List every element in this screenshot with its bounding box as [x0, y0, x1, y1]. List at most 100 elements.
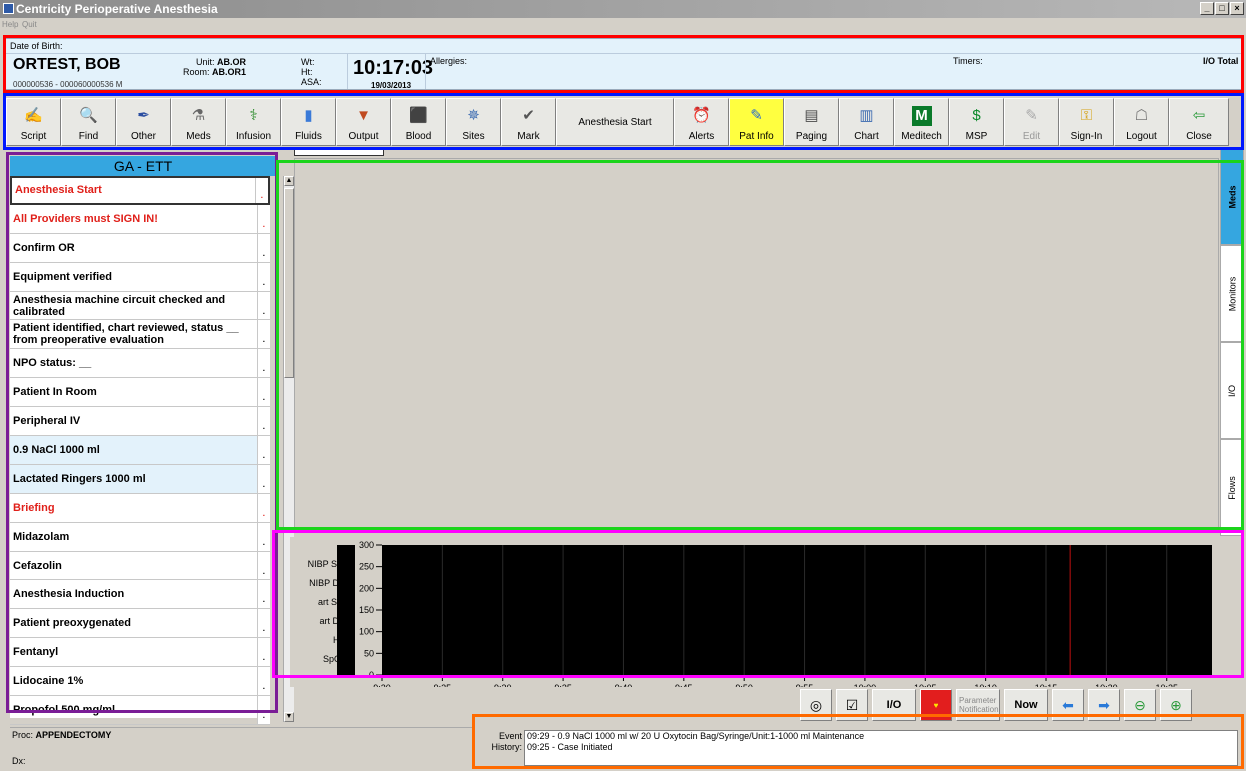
expand-handle-icon[interactable]: . [263, 421, 265, 433]
checklist-item[interactable]: Patient In Room. [10, 378, 270, 408]
parameter-notification-button[interactable]: Parameter Notification [956, 689, 1000, 721]
toolbar-other-button[interactable]: ✒ Other [116, 98, 171, 146]
toolbar-paging-button[interactable]: ▤ Paging [784, 98, 839, 146]
io-total-icon: I/O [886, 699, 902, 711]
tab-flows[interactable]: Flows [1220, 439, 1244, 536]
expand-handle-icon[interactable]: . [263, 306, 265, 318]
y-tick-label: 200 [359, 583, 374, 593]
checklist-item[interactable]: All Providers must SIGN IN!. [10, 204, 270, 234]
expand-handle-icon[interactable]: . [263, 594, 265, 606]
checklist-item[interactable]: NPO status: __. [10, 349, 270, 379]
checklist-item[interactable]: Lidocaine 1%. [10, 667, 270, 697]
expand-handle-icon[interactable]: . [263, 219, 265, 231]
checklist-item[interactable]: Cefazolin. [10, 551, 270, 581]
expand-handle-icon[interactable]: . [263, 652, 265, 664]
toolbar-blood-button[interactable]: ⬛ Blood [391, 98, 446, 146]
scroll-thumb[interactable] [284, 188, 294, 378]
toolbar-script-button[interactable]: ✍ Script [6, 98, 61, 146]
expand-handle-icon[interactable]: . [263, 566, 265, 578]
expand-handle-icon[interactable]: . [263, 681, 265, 693]
expand-handle-icon[interactable]: . [263, 537, 265, 549]
toolbar-label: Close [1186, 131, 1212, 142]
meditech-icon: M [911, 106, 932, 126]
io-total-button[interactable]: I/O [872, 689, 916, 721]
minimize-button[interactable]: _ [1200, 2, 1214, 15]
toolbar-label: MSP [965, 131, 988, 142]
expand-handle-icon[interactable]: . [263, 450, 265, 462]
checklist-item[interactable]: Lactated Ringers 1000 ml. [10, 464, 270, 494]
checklist-item[interactable]: 0.9 NaCl 1000 ml. [10, 436, 270, 465]
checklist-item[interactable]: Peripheral IV. [10, 407, 270, 437]
zoom-out-button[interactable]: ⊖ [1124, 689, 1156, 721]
toolbar-pat-info-button[interactable]: ✎ Pat Info [729, 98, 784, 146]
checklist-item[interactable]: Equipment verified. [10, 262, 270, 292]
options-button[interactable]: ☑ [836, 689, 868, 721]
toolbar-anesthesia-start-button[interactable]: Anesthesia Start [556, 98, 674, 146]
scroll-down-icon[interactable]: ▼ [284, 712, 294, 722]
config-button[interactable]: ◎ [800, 689, 832, 721]
checklist-item[interactable]: Propofol 500 mg/ml. [10, 696, 270, 725]
expand-handle-icon[interactable]: . [263, 363, 265, 375]
toolbar-label: Meditech [901, 131, 942, 142]
zoom-in-button[interactable]: ⊕ [1160, 689, 1192, 721]
close-window-button[interactable]: × [1230, 2, 1244, 15]
event-list[interactable]: 09:29 - 0.9 NaCl 1000 ml w/ 20 U Oxytoci… [524, 730, 1238, 766]
scroll-up-icon[interactable]: ▲ [284, 176, 294, 186]
toolbar-meds-button[interactable]: ⚗ Meds [171, 98, 226, 146]
checklist: Anesthesia Start. All Providers must SIGN… [10, 176, 270, 725]
expand-handle-icon[interactable]: . [263, 710, 265, 722]
expand-handle-icon[interactable]: . [261, 190, 263, 202]
current-date: 19/03/2013 [371, 81, 412, 90]
expand-handle-icon[interactable]: . [263, 248, 265, 260]
checklist-item[interactable]: Patient preoxygenated. [10, 609, 270, 639]
main-record-area[interactable] [294, 158, 1219, 528]
expand-handle-icon[interactable]: . [263, 623, 265, 635]
x-tick-label: 10:20 [1095, 683, 1118, 687]
toolbar-alerts-button[interactable]: ⏰ Alerts [674, 98, 729, 146]
toolbar-sites-button[interactable]: ✵ Sites [446, 98, 501, 146]
checklist-item[interactable]: Confirm OR. [10, 233, 270, 263]
expand-handle-icon[interactable]: . [263, 334, 265, 346]
checklist-item[interactable]: Patient identified, chart reviewed, stat… [10, 320, 270, 350]
tab-i-o[interactable]: I/O [1220, 342, 1244, 439]
toolbar-logout-button[interactable]: ☖ Logout [1114, 98, 1169, 146]
height-label: Ht: [301, 67, 313, 77]
toolbar-meditech-button[interactable]: M Meditech [894, 98, 949, 146]
expand-handle-icon[interactable]: . [263, 508, 265, 520]
monitor-icon: ♥ [933, 700, 939, 710]
checklist-item[interactable]: Anesthesia Start. [10, 176, 270, 205]
checklist-item[interactable]: Briefing. [10, 493, 270, 523]
expand-handle-icon[interactable]: . [263, 479, 265, 491]
tab-monitors[interactable]: Monitors [1220, 245, 1244, 342]
checklist-item[interactable]: Midazolam. [10, 522, 270, 552]
expand-handle-icon[interactable]: . [263, 277, 265, 289]
next-button[interactable]: ➡ [1088, 689, 1120, 721]
now-button[interactable]: Now [1004, 689, 1048, 721]
x-tick-label: 9:25 [434, 683, 452, 687]
menu-help[interactable]: Help [2, 20, 18, 29]
toolbar-fluids-button[interactable]: ▮ Fluids [281, 98, 336, 146]
menu-quit[interactable]: Quit [22, 20, 37, 29]
toolbar-chart-button[interactable]: ▥ Chart [839, 98, 894, 146]
toolbar-edit-button[interactable]: ✎ Edit [1004, 98, 1059, 146]
toolbar-label: Mark [517, 131, 540, 142]
checklist-item[interactable]: Anesthesia Induction. [10, 580, 270, 610]
toolbar-find-button[interactable]: 🔍 Find [61, 98, 116, 146]
y-tick-label: 150 [359, 605, 374, 615]
toolbar-infusion-button[interactable]: ⚕ Infusion [226, 98, 281, 146]
toolbar-output-button[interactable]: ▼ Output [336, 98, 391, 146]
maximize-button[interactable]: □ [1215, 2, 1229, 15]
expand-handle-icon[interactable]: . [263, 392, 265, 404]
toolbar-msp-button[interactable]: $ MSP [949, 98, 1004, 146]
toolbar-close-button[interactable]: ⇦ Close [1169, 98, 1229, 146]
funnel-icon: ▼ [356, 107, 371, 124]
toolbar-label: Edit [1022, 131, 1041, 142]
monitor-button[interactable]: ♥ [920, 689, 952, 721]
prev-button[interactable]: ⬅ [1052, 689, 1084, 721]
checklist-item[interactable]: Fentanyl. [10, 638, 270, 668]
toolbar-mark-button[interactable]: ✔ Mark [501, 98, 556, 146]
toolbar-sign-in-button[interactable]: ⚿ Sign-In [1059, 98, 1114, 146]
tab-meds[interactable]: Meds [1220, 148, 1244, 245]
checklist-item[interactable]: Anesthesia machine circuit checked and c… [10, 291, 270, 321]
timeline-cursor[interactable] [294, 147, 384, 156]
